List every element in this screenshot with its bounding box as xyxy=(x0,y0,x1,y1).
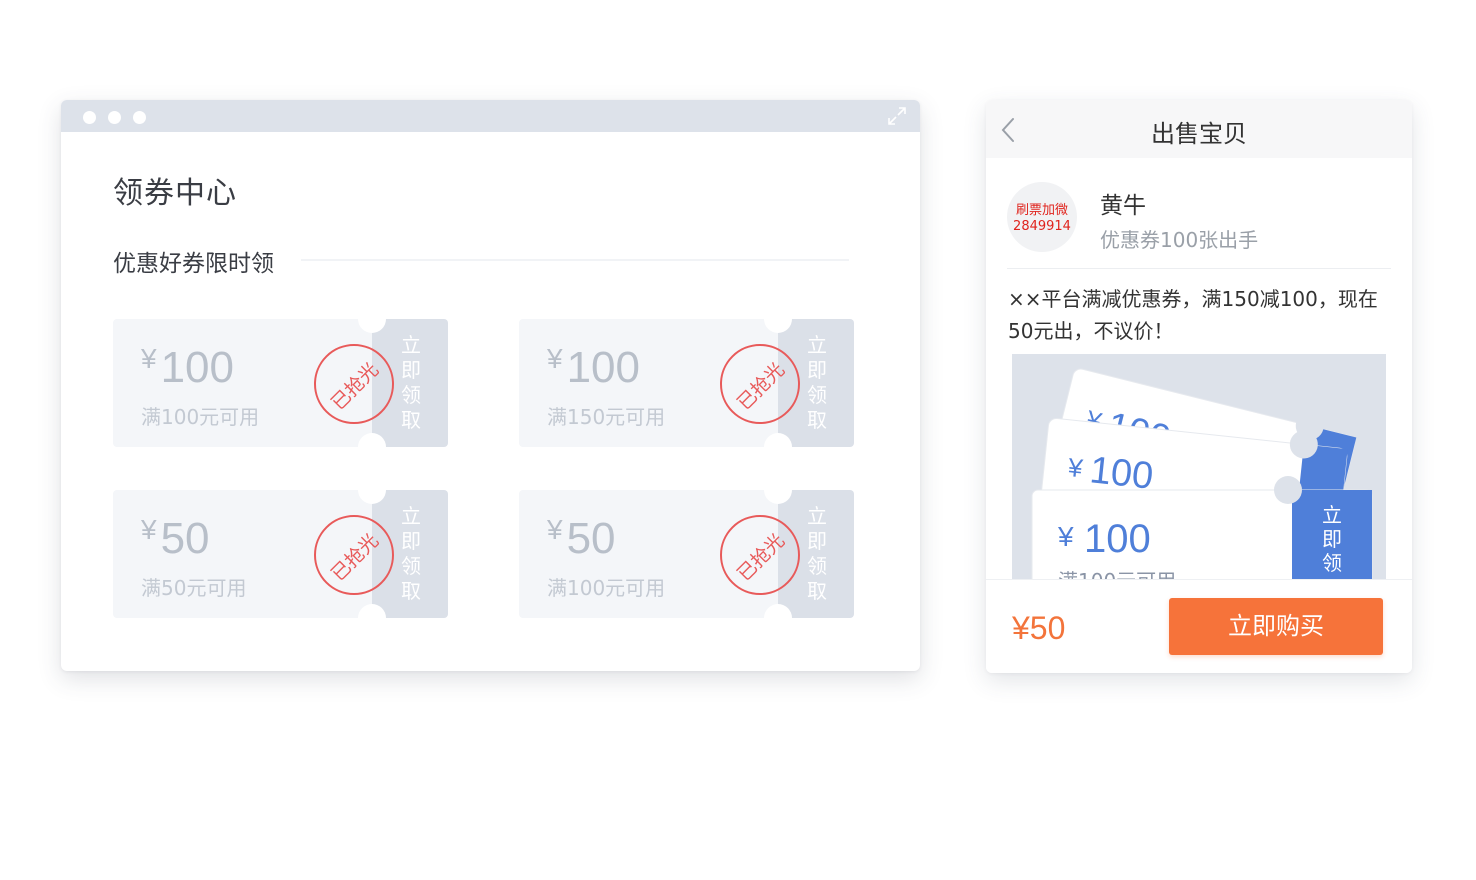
window-dot xyxy=(108,111,121,124)
sale-price: ¥50 xyxy=(1012,610,1066,646)
claim-now-button[interactable]: 立即领取 xyxy=(398,504,424,604)
coupon-condition: 满100元可用 xyxy=(141,405,260,429)
currency-symbol: ¥ xyxy=(547,343,563,374)
coupon-notch xyxy=(764,305,792,333)
coupon-condition: 满150元可用 xyxy=(547,405,666,429)
coupon-notch xyxy=(764,604,792,632)
stamp-label: 已抢光 xyxy=(733,529,789,586)
expand-icon[interactable] xyxy=(887,106,907,126)
section-divider xyxy=(301,259,849,261)
claim-now-button[interactable]: 立即领取 xyxy=(804,504,830,604)
currency-symbol: ¥ xyxy=(547,514,563,545)
coupon-condition: 满100元可用 xyxy=(547,576,666,600)
sell-item-phone: 出售宝贝 刷票加微 2849914 黄牛 优惠券100张出手 ××平台满减优惠券… xyxy=(986,100,1412,673)
window-dot xyxy=(133,111,146,124)
coupon-amount: 100 xyxy=(566,343,640,392)
claim-now-button[interactable]: 立即领取 xyxy=(398,333,424,433)
coupon-price: ¥100 xyxy=(547,343,640,393)
seller-subtitle: 优惠券100张出手 xyxy=(1100,228,1259,252)
ticket-currency: ¥ xyxy=(1057,521,1074,552)
coupon-notch xyxy=(764,476,792,504)
coupon-stack-illustration: ¥ 100 ¥ 100 ¥ 100 满1 xyxy=(1031,368,1373,580)
coupon-price: ¥50 xyxy=(547,514,616,564)
claim-now-button[interactable]: 立即领取 xyxy=(804,333,830,433)
coupon-notch xyxy=(764,433,792,461)
coupon-notch xyxy=(358,476,386,504)
nav-title: 出售宝贝 xyxy=(1151,120,1247,148)
currency-symbol: ¥ xyxy=(141,514,157,545)
seller-name: 黄牛 xyxy=(1100,193,1146,219)
coupon-card: ¥100 满150元可用 立即领取 已抢光 xyxy=(519,305,854,461)
coupon-amount: 50 xyxy=(160,514,210,563)
coupon-price: ¥100 xyxy=(141,343,234,393)
avatar-text: 刷票加微 xyxy=(1015,203,1068,218)
sold-out-stamp: 已抢光 xyxy=(720,515,800,595)
ticket-action-char: 即 xyxy=(1322,527,1342,551)
sold-out-stamp: 已抢光 xyxy=(314,515,394,595)
section-title: 优惠好券限时领 xyxy=(113,251,274,277)
sold-out-stamp: 已抢光 xyxy=(314,344,394,424)
stamp-label: 已抢光 xyxy=(327,358,383,415)
coupon-card: ¥100 满100元可用 立即领取 已抢光 xyxy=(113,305,448,461)
avatar[interactable]: 刷票加微 2849914 xyxy=(1007,182,1077,252)
coupon-notch xyxy=(358,433,386,461)
coupon-card: ¥50 满50元可用 立即领取 已抢光 xyxy=(113,476,448,632)
coupon-notch xyxy=(358,604,386,632)
avatar-text: 2849914 xyxy=(1013,219,1071,234)
coupon-notch xyxy=(358,305,386,333)
buy-now-button[interactable]: 立即购买 xyxy=(1169,598,1383,655)
stamp-label: 已抢光 xyxy=(733,358,789,415)
window-dot xyxy=(83,111,96,124)
coupon-condition: 满50元可用 xyxy=(141,576,247,600)
nav-bar: 出售宝贝 xyxy=(986,100,1412,158)
coupon-card: ¥50 满100元可用 立即领取 已抢光 xyxy=(519,476,854,632)
page-title: 领券中心 xyxy=(113,176,237,211)
window-titlebar xyxy=(61,100,920,132)
ticket-front: ¥ 100 满100元可用 立 即 领 xyxy=(1031,476,1373,580)
item-description: ××平台满减优惠券，满150减100，现在50元出，不议价！ xyxy=(1008,287,1378,343)
coupon-center-window: 领券中心 优惠好券限时领 ¥100 满100元可用 立即领取 已抢光 ¥100 … xyxy=(61,100,920,671)
currency-symbol: ¥ xyxy=(141,343,157,374)
divider xyxy=(1007,268,1391,269)
item-image[interactable]: ¥ 100 ¥ 100 ¥ 100 满1 xyxy=(1012,354,1386,580)
coupon-price: ¥50 xyxy=(141,514,210,564)
ticket-action-char: 领 xyxy=(1322,551,1342,575)
ticket-action-char: 立 xyxy=(1322,503,1342,527)
coupon-amount: 50 xyxy=(566,514,616,563)
coupon-amount: 100 xyxy=(160,343,234,392)
stamp-label: 已抢光 xyxy=(327,529,383,586)
ticket-amount: 100 xyxy=(1084,517,1151,561)
sold-out-stamp: 已抢光 xyxy=(720,344,800,424)
